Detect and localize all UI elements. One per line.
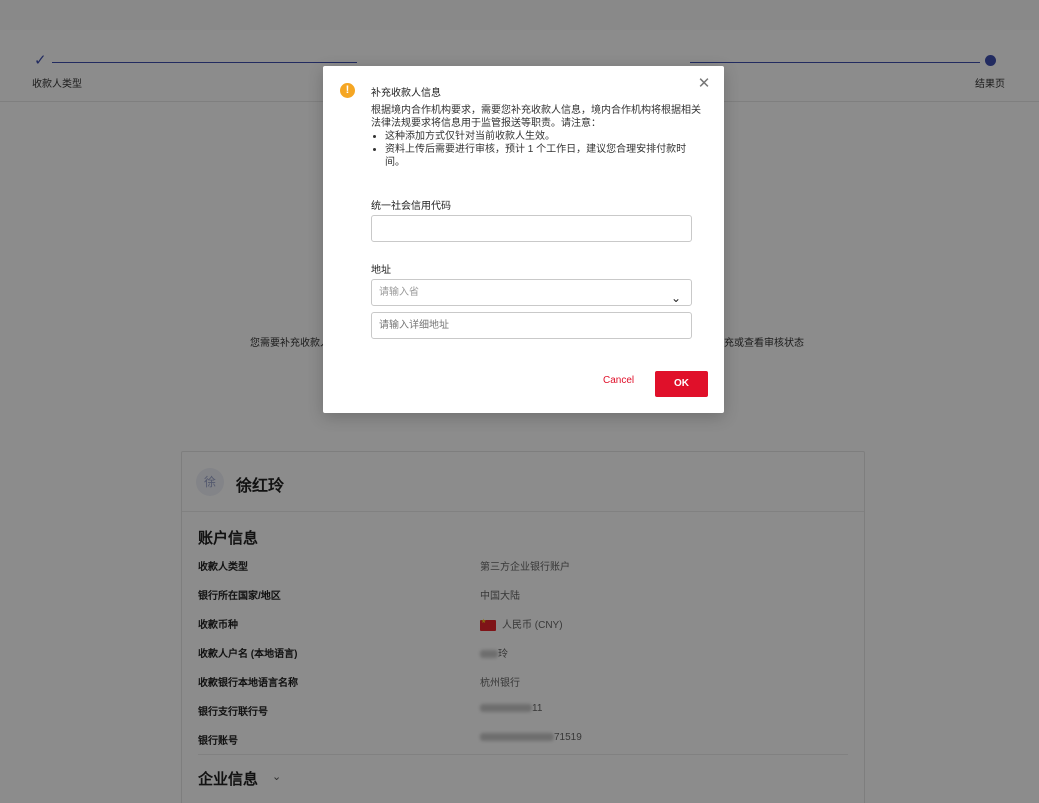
dialog-description: 根据境内合作机构要求，需要您补充收款人信息，境内合作机构将根据相关法律法规要求将… bbox=[371, 104, 706, 169]
address-detail-input[interactable] bbox=[371, 312, 692, 339]
credit-code-label: 统一社会信用代码 bbox=[371, 201, 451, 212]
chevron-down-icon[interactable]: ⌄ bbox=[671, 286, 681, 311]
supplement-payee-dialog: ! ✕ 补充收款人信息 根据境内合作机构要求，需要您补充收款人信息，境内合作机构… bbox=[323, 66, 724, 413]
list-item: 资料上传后需要进行审核，预计 1 个工作日，建议您合理安排付款时间。 bbox=[385, 143, 706, 169]
close-icon[interactable]: ✕ bbox=[696, 76, 712, 92]
warning-icon: ! bbox=[340, 83, 355, 98]
dialog-title: 补充收款人信息 bbox=[371, 88, 441, 99]
ok-button[interactable]: OK bbox=[655, 371, 708, 397]
cancel-button[interactable]: Cancel bbox=[603, 375, 634, 386]
province-select[interactable]: 请输入省 ⌄ bbox=[371, 279, 692, 306]
notice-list: 这种添加方式仅针对当前收款人生效。 资料上传后需要进行审核，预计 1 个工作日，… bbox=[371, 130, 706, 169]
list-item: 这种添加方式仅针对当前收款人生效。 bbox=[385, 130, 706, 143]
address-label: 地址 bbox=[371, 265, 391, 276]
province-placeholder: 请输入省 bbox=[379, 287, 419, 298]
credit-code-input[interactable] bbox=[371, 215, 692, 242]
description-text: 根据境内合作机构要求，需要您补充收款人信息，境内合作机构将根据相关法律法规要求将… bbox=[371, 105, 701, 129]
